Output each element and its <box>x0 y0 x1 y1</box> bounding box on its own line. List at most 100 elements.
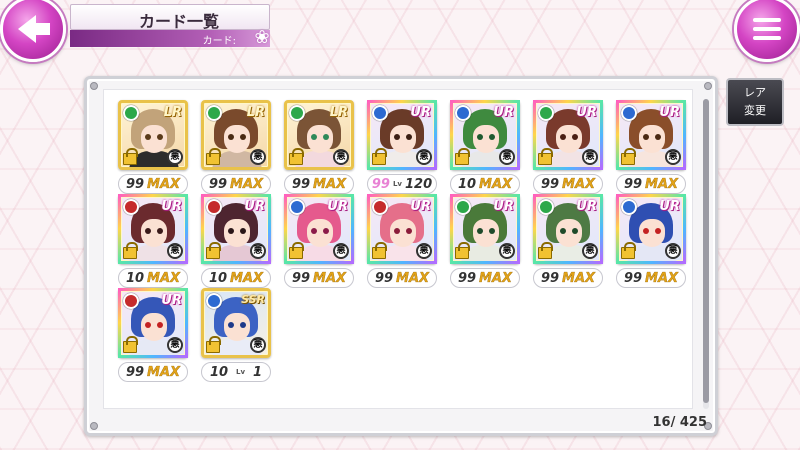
card-item[interactable]: UR 悪 99 MAX <box>616 100 686 196</box>
lock-icon <box>206 148 221 165</box>
lock-icon <box>621 148 636 165</box>
attribute-badge: 悪 <box>665 149 681 165</box>
element-icon <box>206 105 222 121</box>
element-icon <box>206 293 222 309</box>
attribute-badge: 悪 <box>416 149 432 165</box>
level-display: 99 MAX <box>367 268 437 288</box>
level-display: 99 MAX <box>284 174 354 194</box>
level-value: 99 <box>540 176 560 192</box>
attribute-badge: 悪 <box>582 243 598 259</box>
lock-icon <box>123 242 138 259</box>
card-portrait: UR 悪 <box>367 194 437 264</box>
card-portrait: UR 悪 <box>201 194 271 264</box>
rarity-badge: UR <box>327 199 348 214</box>
rarity-badge: UR <box>576 199 597 214</box>
level-display: 99 MAX <box>533 268 603 288</box>
card-item[interactable]: UR 悪 10 MAX <box>201 194 271 290</box>
element-icon <box>538 105 554 121</box>
level-value: 99 <box>125 176 145 192</box>
card-portrait: LR 悪 <box>118 100 188 170</box>
rarity-badge: UR <box>659 105 680 120</box>
level-display: 99 Lv 120 <box>367 174 437 194</box>
card-portrait: UR 悪 <box>450 194 520 264</box>
level-display: 99 MAX <box>118 362 188 382</box>
attribute-badge: 悪 <box>499 243 515 259</box>
card-item[interactable]: UR 悪 99 Lv 120 <box>367 100 437 196</box>
card-item[interactable]: LR 悪 99 MAX <box>118 100 188 196</box>
max-level-value: MAX <box>230 176 264 192</box>
card-item[interactable]: UR 悪 99 MAX <box>118 288 188 384</box>
attribute-badge: 悪 <box>250 243 266 259</box>
screw-icon <box>704 82 712 90</box>
level-value: 99 <box>291 270 311 286</box>
max-level-value: MAX <box>147 364 181 380</box>
card-item[interactable]: LR 悪 99 MAX <box>284 100 354 196</box>
back-arrow-icon <box>18 15 50 43</box>
attribute-badge: 悪 <box>167 149 183 165</box>
max-level-value: MAX <box>396 270 430 286</box>
element-icon <box>455 199 471 215</box>
element-icon <box>289 105 305 121</box>
card-count: 16/ 425 <box>652 415 707 430</box>
level-value: 99 <box>540 270 560 286</box>
element-icon <box>372 105 388 121</box>
scrollbar[interactable] <box>703 99 709 409</box>
rarity-change-button[interactable]: レア 変更 <box>726 78 784 126</box>
lock-icon <box>123 148 138 165</box>
level-prefix: Lv <box>236 368 246 376</box>
lock-icon <box>289 148 304 165</box>
card-portrait: UR 悪 <box>533 100 603 170</box>
lock-icon <box>206 336 221 353</box>
attribute-badge: 悪 <box>167 243 183 259</box>
card-portrait: UR 悪 <box>118 194 188 264</box>
lock-icon <box>621 242 636 259</box>
card-item[interactable]: UR 悪 10 MAX <box>118 194 188 290</box>
level-display: 99 MAX <box>284 268 354 288</box>
attribute-badge: 悪 <box>665 243 681 259</box>
rarity-badge: SSR <box>241 293 265 306</box>
element-icon <box>289 199 305 215</box>
rarity-badge: LR <box>329 105 348 120</box>
level-display: 99 MAX <box>450 268 520 288</box>
element-icon <box>123 105 139 121</box>
element-icon <box>123 293 139 309</box>
card-item[interactable]: UR 悪 99 MAX <box>533 100 603 196</box>
card-portrait: UR 悪 <box>367 100 437 170</box>
max-level-value: MAX <box>230 270 264 286</box>
max-level-value: 120 <box>404 176 433 192</box>
element-icon <box>206 199 222 215</box>
card-item[interactable]: UR 悪 10 MAX <box>450 100 520 196</box>
attribute-badge: 悪 <box>333 243 349 259</box>
card-item[interactable]: UR 悪 99 MAX <box>533 194 603 290</box>
card-item[interactable]: SSR 悪 10 Lv 1 <box>201 288 271 384</box>
card-portrait: UR 悪 <box>284 194 354 264</box>
level-display: 99 MAX <box>201 174 271 194</box>
card-item[interactable]: UR 悪 99 MAX <box>616 194 686 290</box>
card-item[interactable]: LR 悪 99 MAX <box>201 100 271 196</box>
element-icon <box>621 105 637 121</box>
max-level-value: MAX <box>313 176 347 192</box>
element-icon <box>372 199 388 215</box>
lock-icon <box>289 242 304 259</box>
card-item[interactable]: UR 悪 99 MAX <box>367 194 437 290</box>
max-level-value: MAX <box>147 270 181 286</box>
card-portrait: LR 悪 <box>284 100 354 170</box>
level-display: 99 MAX <box>118 174 188 194</box>
max-level-value: MAX <box>645 176 679 192</box>
screw-icon <box>90 82 98 90</box>
card-portrait: UR 悪 <box>450 100 520 170</box>
rarity-button-label-2: 変更 <box>744 104 766 117</box>
level-display: 10 MAX <box>450 174 520 194</box>
max-level-value: MAX <box>479 270 513 286</box>
card-item[interactable]: UR 悪 99 MAX <box>284 194 354 290</box>
title-bar: カード一覧 カード: ❀ <box>40 4 272 48</box>
max-level-value: MAX <box>479 176 513 192</box>
card-portrait: UR 悪 <box>616 100 686 170</box>
element-icon <box>455 105 471 121</box>
attribute-badge: 悪 <box>499 149 515 165</box>
screw-icon <box>90 422 98 430</box>
attribute-badge: 悪 <box>250 337 266 353</box>
attribute-badge: 悪 <box>167 337 183 353</box>
scrollbar-thumb[interactable] <box>703 99 709 403</box>
card-item[interactable]: UR 悪 99 MAX <box>450 194 520 290</box>
